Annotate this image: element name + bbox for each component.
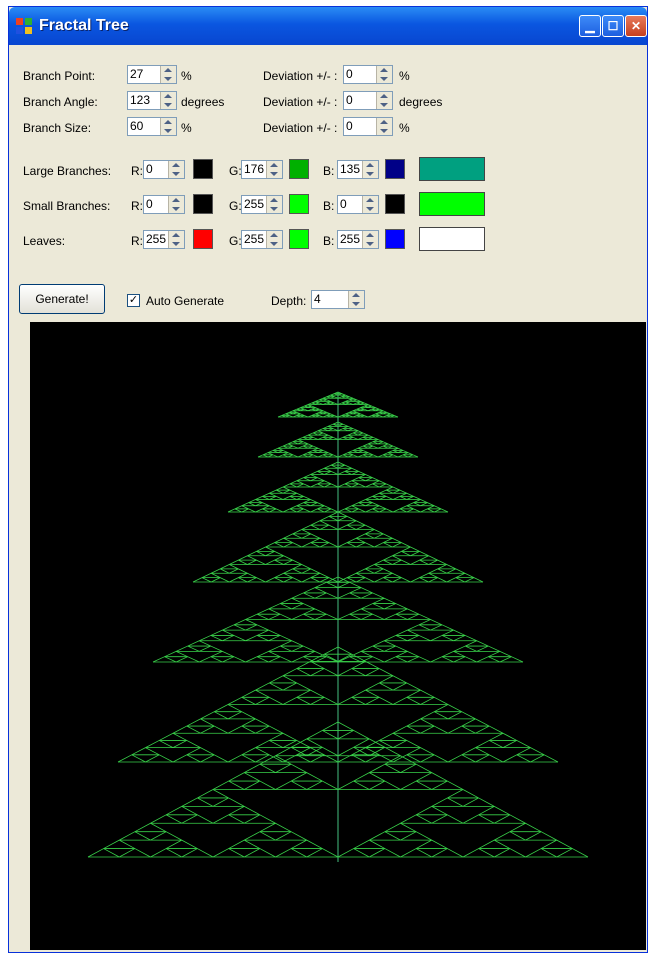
branch-angle-label: Branch Angle: xyxy=(23,95,98,109)
fractal-tree-drawing xyxy=(87,391,589,862)
large-branches-label: Large Branches: xyxy=(23,164,112,178)
branch-size-spinner[interactable] xyxy=(160,118,176,135)
branch-point-label: Branch Point: xyxy=(23,69,96,83)
large-g-input[interactable]: 176 xyxy=(241,160,283,179)
leaves-b-input[interactable]: 255 xyxy=(337,230,379,249)
leaves-color-preview xyxy=(419,227,485,251)
auto-generate-label: Auto Generate xyxy=(146,294,225,308)
branch-angle-input[interactable]: 123 xyxy=(127,91,177,110)
fractal-tree-window: Fractal Tree ▁ ☐ ✕ Branch Point: 27 % De… xyxy=(8,6,648,953)
fractal-canvas[interactable] xyxy=(30,322,646,950)
branch-angle-unit: degrees xyxy=(181,95,225,109)
maximize-button[interactable]: ☐ xyxy=(602,15,624,37)
branch-angle-deviation-input[interactable]: 0 xyxy=(343,91,393,110)
small-r-label: R: xyxy=(131,199,143,213)
small-branches-label: Small Branches: xyxy=(23,199,111,213)
small-b-label: B: xyxy=(323,199,335,213)
depth-spinner[interactable] xyxy=(348,291,364,308)
leaves-r-label: R: xyxy=(131,234,143,248)
large-b-label: B: xyxy=(323,164,335,178)
branch-size-label: Branch Size: xyxy=(23,121,92,135)
large-r-label: R: xyxy=(131,164,143,178)
leaves-label: Leaves: xyxy=(23,234,66,248)
leaves-b-spinner[interactable] xyxy=(362,231,378,248)
depth-label: Depth: xyxy=(271,294,307,308)
close-icon: ✕ xyxy=(630,19,642,33)
small-b-swatch xyxy=(385,194,405,214)
small-g-swatch xyxy=(289,194,309,214)
branch-point-deviation-label: Deviation +/- : xyxy=(263,69,338,83)
large-b-swatch xyxy=(385,159,405,179)
branch-point-deviation-input[interactable]: 0 xyxy=(343,65,393,84)
leaves-r-swatch xyxy=(193,229,213,249)
minimize-icon: ▁ xyxy=(585,19,595,33)
branch-size-deviation-spinner[interactable] xyxy=(376,118,392,135)
large-branches-color-preview xyxy=(419,157,485,181)
leaves-r-input[interactable]: 255 xyxy=(143,230,185,249)
small-branches-color-preview xyxy=(419,192,485,216)
branch-angle-deviation-label: Deviation +/- : xyxy=(263,95,338,109)
branch-point-spinner[interactable] xyxy=(160,66,176,83)
small-r-swatch xyxy=(193,194,213,214)
branch-point-unit: % xyxy=(181,69,192,83)
small-g-label: G: xyxy=(229,199,242,213)
small-b-input[interactable]: 0 xyxy=(337,195,379,214)
branch-size-unit: % xyxy=(181,121,192,135)
large-r-spinner[interactable] xyxy=(168,161,184,178)
branch-point-input[interactable]: 27 xyxy=(127,65,177,84)
large-g-spinner[interactable] xyxy=(266,161,282,178)
leaves-b-label: B: xyxy=(323,234,335,248)
depth-input[interactable]: 4 xyxy=(311,290,365,309)
branch-angle-deviation-spinner[interactable] xyxy=(376,92,392,109)
branch-angle-spinner[interactable] xyxy=(160,92,176,109)
large-b-input[interactable]: 135 xyxy=(337,160,379,179)
leaves-g-label: G: xyxy=(229,234,242,248)
branch-size-deviation-label: Deviation +/- : xyxy=(263,121,338,135)
branch-size-deviation-unit: % xyxy=(399,121,410,135)
large-g-swatch xyxy=(289,159,309,179)
close-button[interactable]: ✕ xyxy=(625,15,647,37)
branch-point-deviation-spinner[interactable] xyxy=(376,66,392,83)
app-icon xyxy=(16,18,32,34)
title-bar[interactable]: Fractal Tree ▁ ☐ ✕ xyxy=(9,7,647,45)
large-g-label: G: xyxy=(229,164,242,178)
generate-button[interactable]: Generate! xyxy=(19,284,105,314)
maximize-icon: ☐ xyxy=(607,19,619,33)
small-b-spinner[interactable] xyxy=(362,196,378,213)
large-r-input[interactable]: 0 xyxy=(143,160,185,179)
branch-size-deviation-input[interactable]: 0 xyxy=(343,117,393,136)
small-r-input[interactable]: 0 xyxy=(143,195,185,214)
large-r-swatch xyxy=(193,159,213,179)
small-g-spinner[interactable] xyxy=(266,196,282,213)
branch-angle-deviation-unit: degrees xyxy=(399,95,443,109)
window-title: Fractal Tree xyxy=(39,17,129,34)
large-b-spinner[interactable] xyxy=(362,161,378,178)
leaves-r-spinner[interactable] xyxy=(168,231,184,248)
leaves-b-swatch xyxy=(385,229,405,249)
leaves-g-spinner[interactable] xyxy=(266,231,282,248)
auto-generate-checkbox[interactable]: ✓ xyxy=(127,294,140,307)
minimize-button[interactable]: ▁ xyxy=(579,15,601,37)
branch-point-deviation-unit: % xyxy=(399,69,410,83)
leaves-g-swatch xyxy=(289,229,309,249)
leaves-g-input[interactable]: 255 xyxy=(241,230,283,249)
small-g-input[interactable]: 255 xyxy=(241,195,283,214)
small-r-spinner[interactable] xyxy=(168,196,184,213)
branch-size-input[interactable]: 60 xyxy=(127,117,177,136)
